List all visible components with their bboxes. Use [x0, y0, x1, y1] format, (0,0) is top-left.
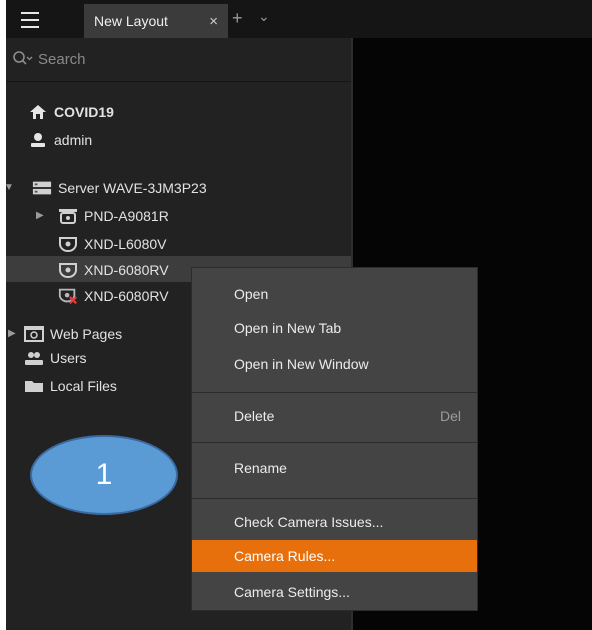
menu-item-label: Open in New Window — [234, 356, 369, 372]
web-page-icon — [24, 325, 44, 343]
shortcut-label: Del — [439, 408, 461, 424]
users-icon — [24, 349, 44, 367]
tree-item-server[interactable]: Server WAVE-3JM3P23 — [32, 176, 207, 200]
menu-item-check-camera-issues[interactable]: Check Camera Issues... — [192, 506, 477, 538]
menu-item-label: Open in New Tab — [234, 320, 342, 336]
app-window: New Layout × + ⌄ COVID19 — [4, 0, 592, 630]
tree-item-label: COVID19 — [54, 104, 114, 120]
tree-item-user[interactable]: admin — [28, 128, 92, 152]
context-menu: Open Open in New Tab Open in New Window … — [192, 268, 477, 610]
tab-label: New Layout — [94, 13, 168, 29]
tree-item-label: Server WAVE-3JM3P23 — [58, 180, 207, 196]
hamburger-line — [21, 26, 39, 28]
tree-item-label: XND-6080RV — [84, 262, 169, 278]
expand-arrow-icon[interactable]: ▶ — [8, 328, 16, 339]
hamburger-line — [21, 19, 39, 21]
menu-separator — [192, 392, 477, 393]
close-icon[interactable]: × — [209, 13, 218, 30]
menu-separator — [192, 498, 477, 499]
user-icon — [28, 131, 48, 149]
search-input[interactable] — [36, 50, 320, 69]
menu-item-open-new-window[interactable]: Open in New Window — [192, 348, 477, 380]
menu-item-delete[interactable]: Delete Del — [192, 400, 477, 432]
search-icon[interactable] — [12, 50, 33, 70]
tree-item-system[interactable]: COVID19 — [28, 100, 114, 124]
camera-offline-icon — [58, 287, 78, 305]
folder-icon — [24, 377, 44, 395]
search-bar — [6, 38, 351, 82]
chevron-down-icon[interactable]: ⌄ — [258, 8, 270, 25]
tree-item-camera-selected[interactable]: XND-6080RV — [58, 258, 169, 282]
home-icon — [28, 103, 48, 121]
camera-icon — [58, 207, 78, 225]
camera-icon — [58, 261, 78, 279]
menu-item-label: Camera Rules... — [234, 548, 336, 564]
hamburger-line — [21, 12, 39, 14]
menu-item-label: Rename — [234, 460, 287, 476]
tree-item-web-pages[interactable]: Web Pages — [24, 322, 122, 346]
menu-item-open-new-tab[interactable]: Open in New Tab — [192, 312, 477, 344]
menu-item-camera-settings[interactable]: Camera Settings... — [192, 576, 477, 608]
tree-item-label: Local Files — [50, 378, 117, 394]
server-icon — [32, 179, 52, 197]
menu-item-rename[interactable]: Rename — [192, 452, 477, 484]
tree-item-label: XND-6080RV — [84, 288, 169, 304]
menu-item-open[interactable]: Open — [192, 278, 477, 310]
annotation-callout: 1 — [30, 435, 178, 515]
tab-bar: New Layout × + ⌄ — [6, 0, 592, 38]
tree-item-users[interactable]: Users — [24, 346, 87, 370]
menu-item-label: Check Camera Issues... — [234, 514, 384, 530]
add-tab-icon[interactable]: + — [232, 8, 243, 29]
main-menu-button[interactable] — [14, 10, 46, 30]
tree-item-label: Users — [50, 350, 87, 366]
tree-item-camera[interactable]: PND-A9081R — [58, 204, 169, 228]
menu-item-label: Delete — [234, 408, 275, 424]
menu-item-camera-rules[interactable]: Camera Rules... — [192, 540, 477, 572]
tree-item-camera[interactable]: XND-L6080V — [58, 232, 167, 256]
tree-item-local-files[interactable]: Local Files — [24, 374, 117, 398]
menu-item-label: Camera Settings... — [234, 584, 350, 600]
camera-icon — [58, 235, 78, 253]
menu-item-label: Open — [234, 286, 269, 302]
tree-item-camera-offline[interactable]: XND-6080RV — [58, 284, 169, 308]
tree-item-label: XND-L6080V — [84, 236, 167, 252]
menu-separator — [192, 442, 477, 443]
tree-item-label: PND-A9081R — [84, 208, 169, 224]
expand-arrow-icon[interactable]: ▶ — [36, 210, 44, 221]
tree-item-label: admin — [54, 132, 93, 148]
expand-arrow-icon[interactable]: ▼ — [4, 182, 14, 193]
tab-new-layout[interactable]: New Layout × — [84, 4, 228, 38]
tree-item-label: Web Pages — [50, 326, 123, 342]
